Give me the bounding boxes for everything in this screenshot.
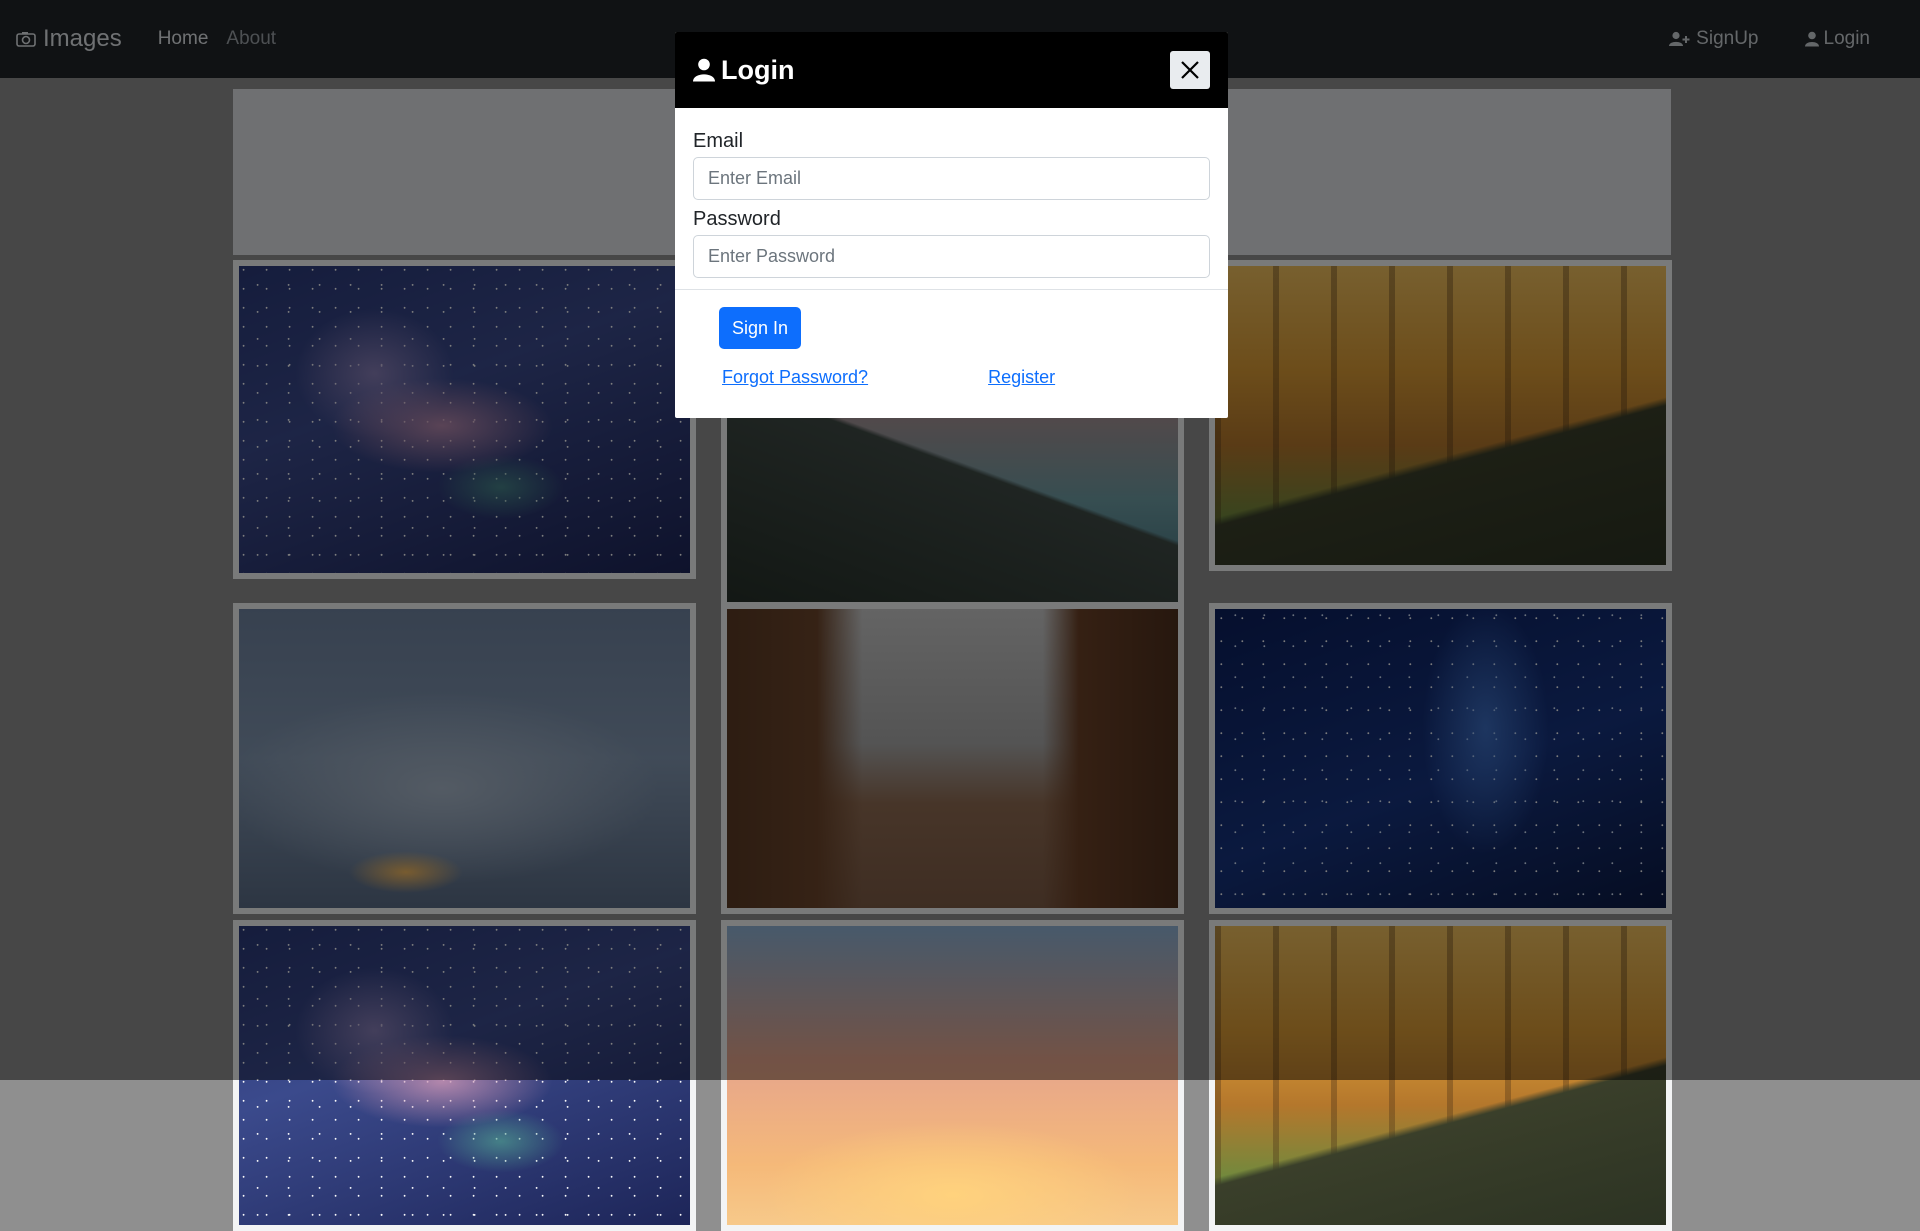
login-modal: Login Email Password Sign In Forgot Pass…: [675, 32, 1228, 418]
modal-footer: Sign In Forgot Password? Register: [675, 290, 1228, 388]
password-input[interactable]: [693, 235, 1210, 278]
register-link[interactable]: Register: [988, 367, 1055, 388]
modal-title: Login: [693, 55, 794, 86]
close-button[interactable]: [1170, 51, 1210, 89]
modal-title-label: Login: [721, 54, 795, 85]
forgot-password-link[interactable]: Forgot Password?: [722, 367, 868, 388]
close-icon: [1181, 61, 1199, 79]
email-label: Email: [693, 130, 744, 152]
user-icon: [693, 58, 715, 82]
footer-links: Forgot Password? Register: [719, 367, 1228, 388]
sign-in-button[interactable]: Sign In: [719, 307, 802, 349]
password-label: Password: [693, 208, 781, 230]
modal-header: Login: [675, 32, 1228, 108]
modal-body: Email Password: [675, 108, 1228, 290]
email-input[interactable]: [693, 157, 1210, 200]
